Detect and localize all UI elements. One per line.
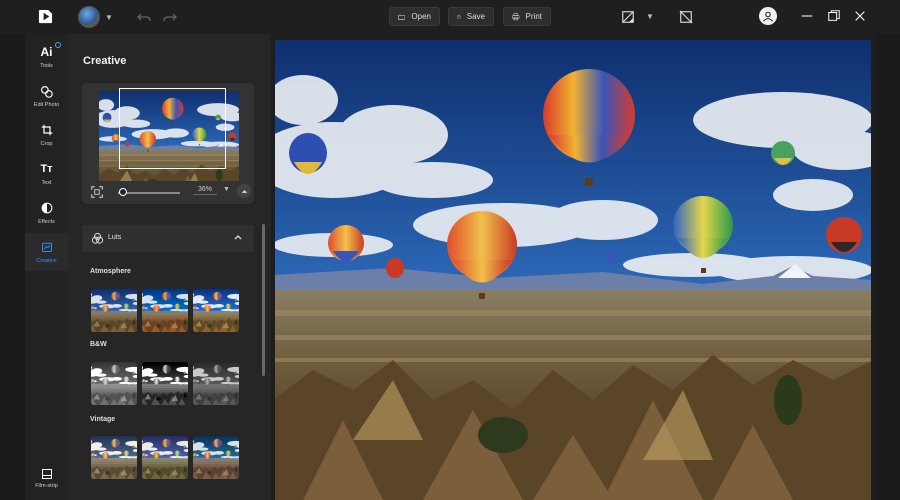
- lut-thumbnail[interactable]: [91, 362, 137, 405]
- chevron-up-icon: [234, 235, 242, 240]
- rail-item-crop[interactable]: Crop: [25, 116, 68, 154]
- luts-label: Luts: [108, 234, 122, 241]
- lut-thumbnail[interactable]: [91, 289, 137, 332]
- rail-item-label: Text: [41, 180, 52, 186]
- rail-item-effects[interactable]: Effects: [25, 194, 68, 232]
- rail-item-text[interactable]: Tт Text: [25, 155, 68, 193]
- creative-icon: [41, 242, 52, 252]
- film-strip-icon: [41, 469, 52, 479]
- section-title-bw: B&W: [90, 341, 107, 348]
- redo-icon[interactable]: [162, 9, 178, 25]
- rail-item-creative[interactable]: Creative: [25, 233, 68, 271]
- open-button[interactable]: Open: [389, 7, 440, 26]
- save-button[interactable]: Save: [448, 7, 494, 26]
- chevron-down-icon: ▼: [105, 12, 113, 22]
- printer-icon: [512, 12, 520, 20]
- right-edge: [877, 34, 900, 500]
- luts-icon: [91, 232, 104, 244]
- save-icon: [457, 14, 461, 19]
- rail-item-label: Edit Photo: [33, 102, 60, 108]
- text-icon: Tт: [40, 163, 53, 175]
- edit-photo-icon: [41, 85, 53, 98]
- effects-icon: [41, 202, 52, 214]
- crop-icon: [41, 124, 52, 136]
- image-thumbnail-dropdown[interactable]: ▼: [78, 6, 114, 28]
- vintage-thumbnails: [91, 436, 239, 479]
- creative-panel: Creative 36% ▼ Luts Atmosphere B&W Vinta…: [68, 34, 271, 500]
- zoom-value[interactable]: 36%: [193, 186, 217, 195]
- undo-icon[interactable]: [136, 9, 152, 25]
- lut-thumbnail[interactable]: [142, 289, 188, 332]
- lut-thumbnail[interactable]: [193, 436, 239, 479]
- chevron-up-icon: [241, 189, 247, 193]
- rail-item-tools[interactable]: Ai Tools: [25, 38, 68, 76]
- bw-thumbnails: [91, 362, 239, 405]
- save-label: Save: [466, 12, 485, 21]
- image-thumbnail: [78, 6, 100, 28]
- compare-view-icon[interactable]: [621, 10, 635, 24]
- rail-item-label: Tools: [40, 63, 53, 69]
- lut-thumbnail[interactable]: [193, 289, 239, 332]
- rail-item-label: Creative: [36, 258, 57, 264]
- ai-icon: Ai: [41, 42, 61, 59]
- lut-thumbnail[interactable]: [193, 362, 239, 405]
- rail-item-edit-photo[interactable]: Edit Photo: [25, 77, 68, 115]
- atmosphere-thumbnails: [91, 289, 239, 332]
- film-strip-label: Film-strip: [35, 483, 58, 489]
- lut-thumbnail[interactable]: [142, 436, 188, 479]
- lut-thumbnail[interactable]: [142, 362, 188, 405]
- image-canvas: [271, 34, 877, 500]
- print-label: Print: [525, 12, 542, 21]
- section-title-atmosphere: Atmosphere: [90, 268, 131, 275]
- panel-scrollbar[interactable]: [262, 224, 265, 376]
- main-photo[interactable]: [275, 40, 871, 500]
- rail-item-label: Crop: [40, 141, 53, 147]
- lut-thumbnail[interactable]: [91, 436, 137, 479]
- folder-icon: [398, 14, 406, 20]
- panel-title: Creative: [83, 55, 127, 67]
- fit-to-screen-icon[interactable]: [91, 186, 103, 198]
- hide-compare-icon[interactable]: [679, 10, 693, 24]
- rail-item-label: Effects: [38, 219, 55, 225]
- print-button[interactable]: Print: [503, 7, 551, 26]
- zoom-slider-track[interactable]: [118, 192, 180, 194]
- compare-chevron-down-icon[interactable]: ▼: [646, 12, 654, 21]
- close-icon[interactable]: [853, 9, 867, 23]
- zoom-chevron-down-icon[interactable]: ▼: [223, 186, 230, 193]
- viewport-frame[interactable]: [119, 88, 226, 169]
- open-label: Open: [411, 12, 431, 21]
- collapse-navigator-button[interactable]: [237, 184, 251, 198]
- zoom-controls: 36% ▼: [82, 184, 254, 202]
- user-account-icon[interactable]: [759, 7, 777, 25]
- section-title-vintage: Vintage: [90, 416, 116, 423]
- app-logo-icon: [38, 9, 53, 24]
- tool-rail: Ai Tools Edit Photo Crop Tт Text Effects…: [25, 34, 68, 500]
- film-strip-button[interactable]: Film-strip: [25, 468, 68, 500]
- restore-icon[interactable]: [827, 9, 841, 23]
- zoom-slider-handle[interactable]: [119, 188, 127, 196]
- title-bar: ▼ Open Save Print ▼: [0, 0, 900, 34]
- minimize-icon[interactable]: [800, 9, 814, 23]
- luts-accordion-header[interactable]: Luts: [82, 225, 254, 252]
